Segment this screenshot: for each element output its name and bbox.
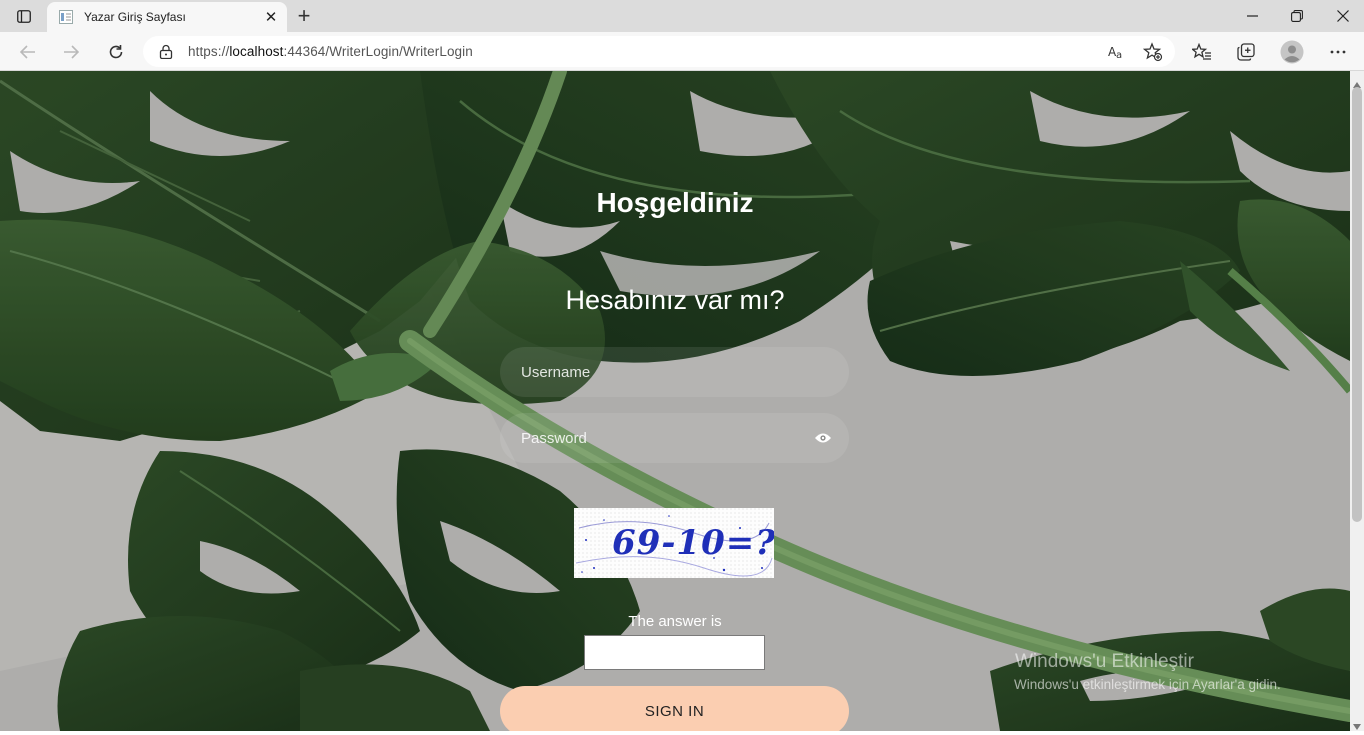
new-tab-button[interactable]: +: [293, 3, 315, 28]
lock-icon[interactable]: [159, 44, 173, 60]
sign-in-button[interactable]: SIGN IN: [500, 686, 849, 731]
more-icon[interactable]: [1326, 40, 1350, 64]
restore-icon[interactable]: [1279, 4, 1315, 28]
captcha-image: 69-10=?: [574, 508, 774, 578]
activation-watermark-title: Windows'u Etkinleştir: [1015, 651, 1194, 672]
add-favorite-icon[interactable]: [1143, 42, 1163, 62]
refresh-icon[interactable]: [103, 39, 129, 65]
url-field[interactable]: https://localhost:44364/WriterLogin/Writ…: [143, 36, 1175, 67]
page-scrollbar[interactable]: [1350, 71, 1364, 731]
page-title: Hoşgeldiniz: [596, 187, 754, 218]
captcha-answer-label: The answer is: [628, 613, 722, 630]
password-input[interactable]: [500, 413, 849, 463]
forward-icon[interactable]: [58, 39, 84, 65]
back-icon[interactable]: [15, 39, 41, 65]
page-viewport: Hoşgeldiniz Hesabınız var mı? 69-10=? Th…: [0, 71, 1350, 731]
scroll-down-icon[interactable]: [1353, 717, 1361, 730]
close-window-icon[interactable]: [1325, 4, 1361, 28]
captcha-answer-input[interactable]: [584, 635, 765, 670]
username-input[interactable]: [500, 347, 849, 397]
address-bar: https://localhost:44364/WriterLogin/Writ…: [0, 32, 1364, 71]
page-favicon-icon: [59, 10, 73, 24]
activation-watermark-subtitle: Windows'u etkinleştirmek için Ayarlar'a …: [1014, 677, 1281, 692]
background-overlay: [0, 71, 1350, 731]
favorites-icon[interactable]: [1190, 40, 1214, 64]
tab-title: Yazar Giriş Sayfası: [84, 10, 186, 24]
profile-icon[interactable]: [1280, 40, 1304, 64]
tab-actions-icon[interactable]: [10, 6, 38, 26]
tab-close-icon[interactable]: ✕: [263, 9, 279, 26]
active-tab[interactable]: Yazar Giriş Sayfası ✕: [47, 2, 287, 32]
scroll-thumb[interactable]: [1352, 87, 1362, 522]
read-aloud-icon[interactable]: Aa: [1107, 42, 1127, 62]
login-question: Hesabınız var mı?: [565, 285, 785, 315]
scroll-up-icon[interactable]: [1353, 75, 1361, 88]
url-text: https://localhost:44364/WriterLogin/Writ…: [188, 44, 473, 59]
show-password-icon[interactable]: [814, 430, 832, 446]
collections-icon[interactable]: [1234, 40, 1258, 64]
svg-text:a: a: [1116, 50, 1122, 60]
minimize-icon[interactable]: [1234, 4, 1270, 28]
tab-bar: Yazar Giriş Sayfası ✕ +: [0, 0, 1364, 32]
captcha-text: 69-10=?: [612, 523, 774, 563]
